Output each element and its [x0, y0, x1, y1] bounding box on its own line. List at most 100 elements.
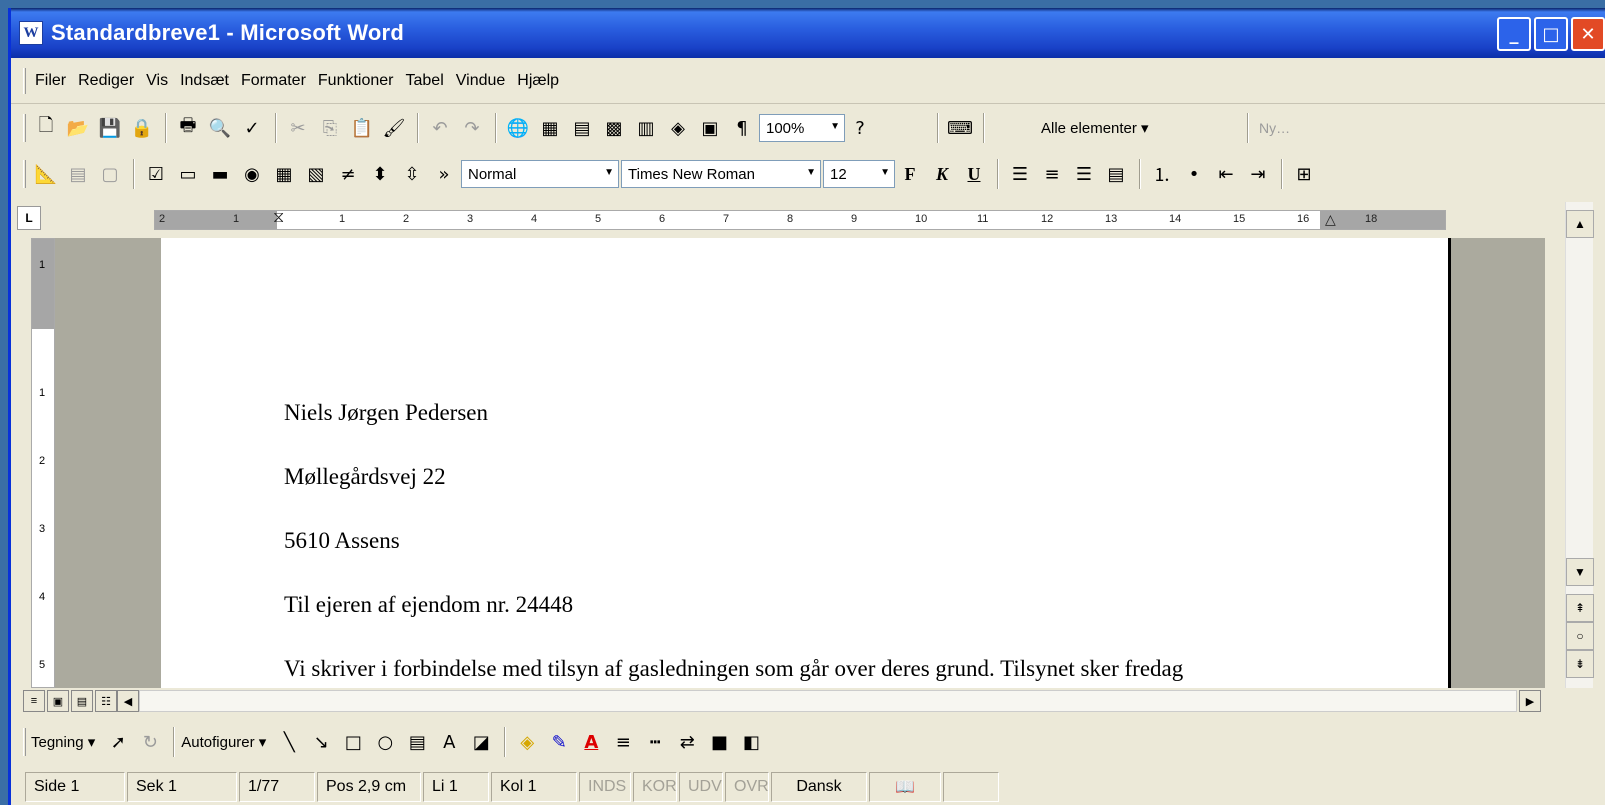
radio-control-icon[interactable]: ◉: [237, 159, 267, 189]
chevron-down-icon[interactable]: ▼: [830, 121, 840, 132]
format-painter-icon[interactable]: 🖌: [379, 113, 409, 143]
style-combo[interactable]: Normal ▼: [461, 160, 619, 188]
font-color-icon[interactable]: A: [576, 727, 606, 757]
title-bar[interactable]: W Standardbreve1 - Microsoft Word _ □ ✕: [11, 8, 1605, 58]
rectangle-icon[interactable]: □: [338, 727, 368, 757]
menu-vis[interactable]: Vis: [146, 72, 168, 90]
font-combo[interactable]: Times New Roman ▼: [621, 160, 821, 188]
vertical-ruler[interactable]: 1 1 2 3 4 5: [31, 238, 55, 688]
document-page[interactable]: Niels Jørgen Pedersen Møllegårdsvej 22 5…: [161, 238, 1451, 688]
print-icon[interactable]: 🖶: [173, 113, 203, 143]
maximize-button[interactable]: □: [1534, 17, 1568, 51]
increase-indent-icon[interactable]: ⇥: [1243, 159, 1273, 189]
shadow-icon[interactable]: ■: [704, 727, 734, 757]
list-control-icon[interactable]: ▦: [269, 159, 299, 189]
italic-button[interactable]: K: [927, 159, 957, 189]
menu-filer[interactable]: Filer: [35, 72, 66, 90]
menu-funktioner[interactable]: Funktioner: [318, 72, 394, 90]
normal-view-icon[interactable]: ≡: [23, 690, 45, 712]
doc-line-name[interactable]: Niels Jørgen Pedersen: [284, 400, 488, 426]
forms-toolbar-icon[interactable]: ⌨: [945, 113, 975, 143]
scroll-down-icon[interactable]: ▼: [1566, 558, 1594, 586]
document-map-icon[interactable]: ▣: [695, 113, 725, 143]
toolbar-grip[interactable]: [23, 728, 26, 756]
close-button[interactable]: ✕: [1571, 17, 1605, 51]
chevron-down-icon[interactable]: ▼: [604, 167, 614, 178]
select-objects-icon[interactable]: ➚: [103, 727, 133, 757]
right-indent-marker[interactable]: △: [1325, 211, 1336, 228]
bold-button[interactable]: F: [895, 159, 925, 189]
wordart-icon[interactable]: A: [434, 727, 464, 757]
design-mode-icon[interactable]: 📐: [31, 159, 61, 189]
fill-color-icon[interactable]: ◈: [512, 727, 542, 757]
zoom-combo[interactable]: 100% ▼: [759, 114, 845, 142]
doc-line-recipient[interactable]: Til ejeren af ejendom nr. 24448: [284, 592, 573, 618]
textbox-icon[interactable]: ▤: [402, 727, 432, 757]
tab-selector[interactable]: L: [17, 206, 41, 230]
dash-style-icon[interactable]: ┅: [640, 727, 670, 757]
toolbar-overflow-icon[interactable]: »: [429, 159, 459, 189]
copy-icon[interactable]: ⎘: [315, 113, 345, 143]
previous-page-icon[interactable]: ⇞: [1566, 594, 1594, 622]
show-hide-icon[interactable]: ¶: [727, 113, 757, 143]
arrow-style-icon[interactable]: ⇄: [672, 727, 702, 757]
spin-control-icon[interactable]: ⬍: [365, 159, 395, 189]
decrease-indent-icon[interactable]: ⇤: [1211, 159, 1241, 189]
toolbar-grip[interactable]: [23, 68, 26, 94]
insert-excel-icon[interactable]: ▩: [599, 113, 629, 143]
redo-icon[interactable]: ↷: [457, 113, 487, 143]
tables-borders-icon[interactable]: ▦: [535, 113, 565, 143]
new-document-icon[interactable]: 🗋: [31, 113, 61, 143]
align-right-icon[interactable]: ☰: [1069, 159, 1099, 189]
outline-view-icon[interactable]: ☷: [95, 690, 117, 712]
horizontal-scrollbar[interactable]: [139, 690, 1517, 712]
menu-formater[interactable]: Formater: [241, 72, 306, 90]
hyperlink-icon[interactable]: 🌐: [503, 113, 533, 143]
menu-indsaet[interactable]: Indsæt: [180, 72, 229, 90]
clipart-icon[interactable]: ◪: [466, 727, 496, 757]
line-color-icon[interactable]: ✎: [544, 727, 574, 757]
menu-tabel[interactable]: Tabel: [406, 72, 444, 90]
bullets-icon[interactable]: •: [1179, 159, 1209, 189]
scroll-left-icon[interactable]: ◀: [117, 690, 139, 712]
status-language[interactable]: Dansk: [771, 771, 867, 802]
undo-icon[interactable]: ↶: [425, 113, 455, 143]
help-icon[interactable]: ?: [845, 113, 875, 143]
scroll-up-icon[interactable]: ▲: [1566, 210, 1594, 238]
properties-icon[interactable]: ▤: [63, 159, 93, 189]
indent-marker[interactable]: ⧖: [273, 209, 284, 227]
cut-icon[interactable]: ✂: [283, 113, 313, 143]
button-control-icon[interactable]: ▬: [205, 159, 235, 189]
justify-icon[interactable]: ▤: [1101, 159, 1131, 189]
vertical-scrollbar[interactable]: ▲ ▼ ⇞ ○ ⇟: [1565, 202, 1594, 688]
web-view-icon[interactable]: ▣: [47, 690, 69, 712]
3d-icon[interactable]: ◧: [736, 727, 766, 757]
view-code-icon[interactable]: ▢: [95, 159, 125, 189]
save-icon[interactable]: 💾: [95, 113, 125, 143]
toolbar-grip[interactable]: [23, 114, 26, 142]
open-folder-icon[interactable]: 📂: [63, 113, 93, 143]
permission-icon[interactable]: 🔒: [127, 113, 157, 143]
menu-vindue[interactable]: Vindue: [456, 72, 506, 90]
combo-control-icon[interactable]: ▧: [301, 159, 331, 189]
status-ext[interactable]: UDV: [679, 771, 723, 802]
browse-object-icon[interactable]: ○: [1566, 622, 1594, 650]
word-app-icon[interactable]: W: [19, 21, 43, 45]
doc-line-street[interactable]: Møllegårdsvej 22: [284, 464, 446, 490]
print-preview-icon[interactable]: 🔍: [205, 113, 235, 143]
minimize-button[interactable]: _: [1497, 17, 1531, 51]
insert-table-icon[interactable]: ▤: [567, 113, 597, 143]
spelling-status-icon[interactable]: 📖: [869, 771, 941, 802]
spelling-icon[interactable]: ✓: [237, 113, 267, 143]
status-ovr[interactable]: OVR: [725, 771, 769, 802]
status-trk[interactable]: KOR: [633, 771, 677, 802]
next-page-icon[interactable]: ⇟: [1566, 650, 1594, 678]
toolbar-grip[interactable]: [23, 160, 26, 188]
autoshapes-button[interactable]: Autofigurer ▾: [181, 733, 266, 751]
rotate-icon[interactable]: ↻: [135, 727, 165, 757]
columns-icon[interactable]: ▥: [631, 113, 661, 143]
status-rec[interactable]: INDS: [579, 771, 631, 802]
scroll-right-icon[interactable]: ▶: [1519, 690, 1541, 712]
scroll-control-icon[interactable]: ⇳: [397, 159, 427, 189]
line-style-icon[interactable]: ≡: [608, 727, 638, 757]
